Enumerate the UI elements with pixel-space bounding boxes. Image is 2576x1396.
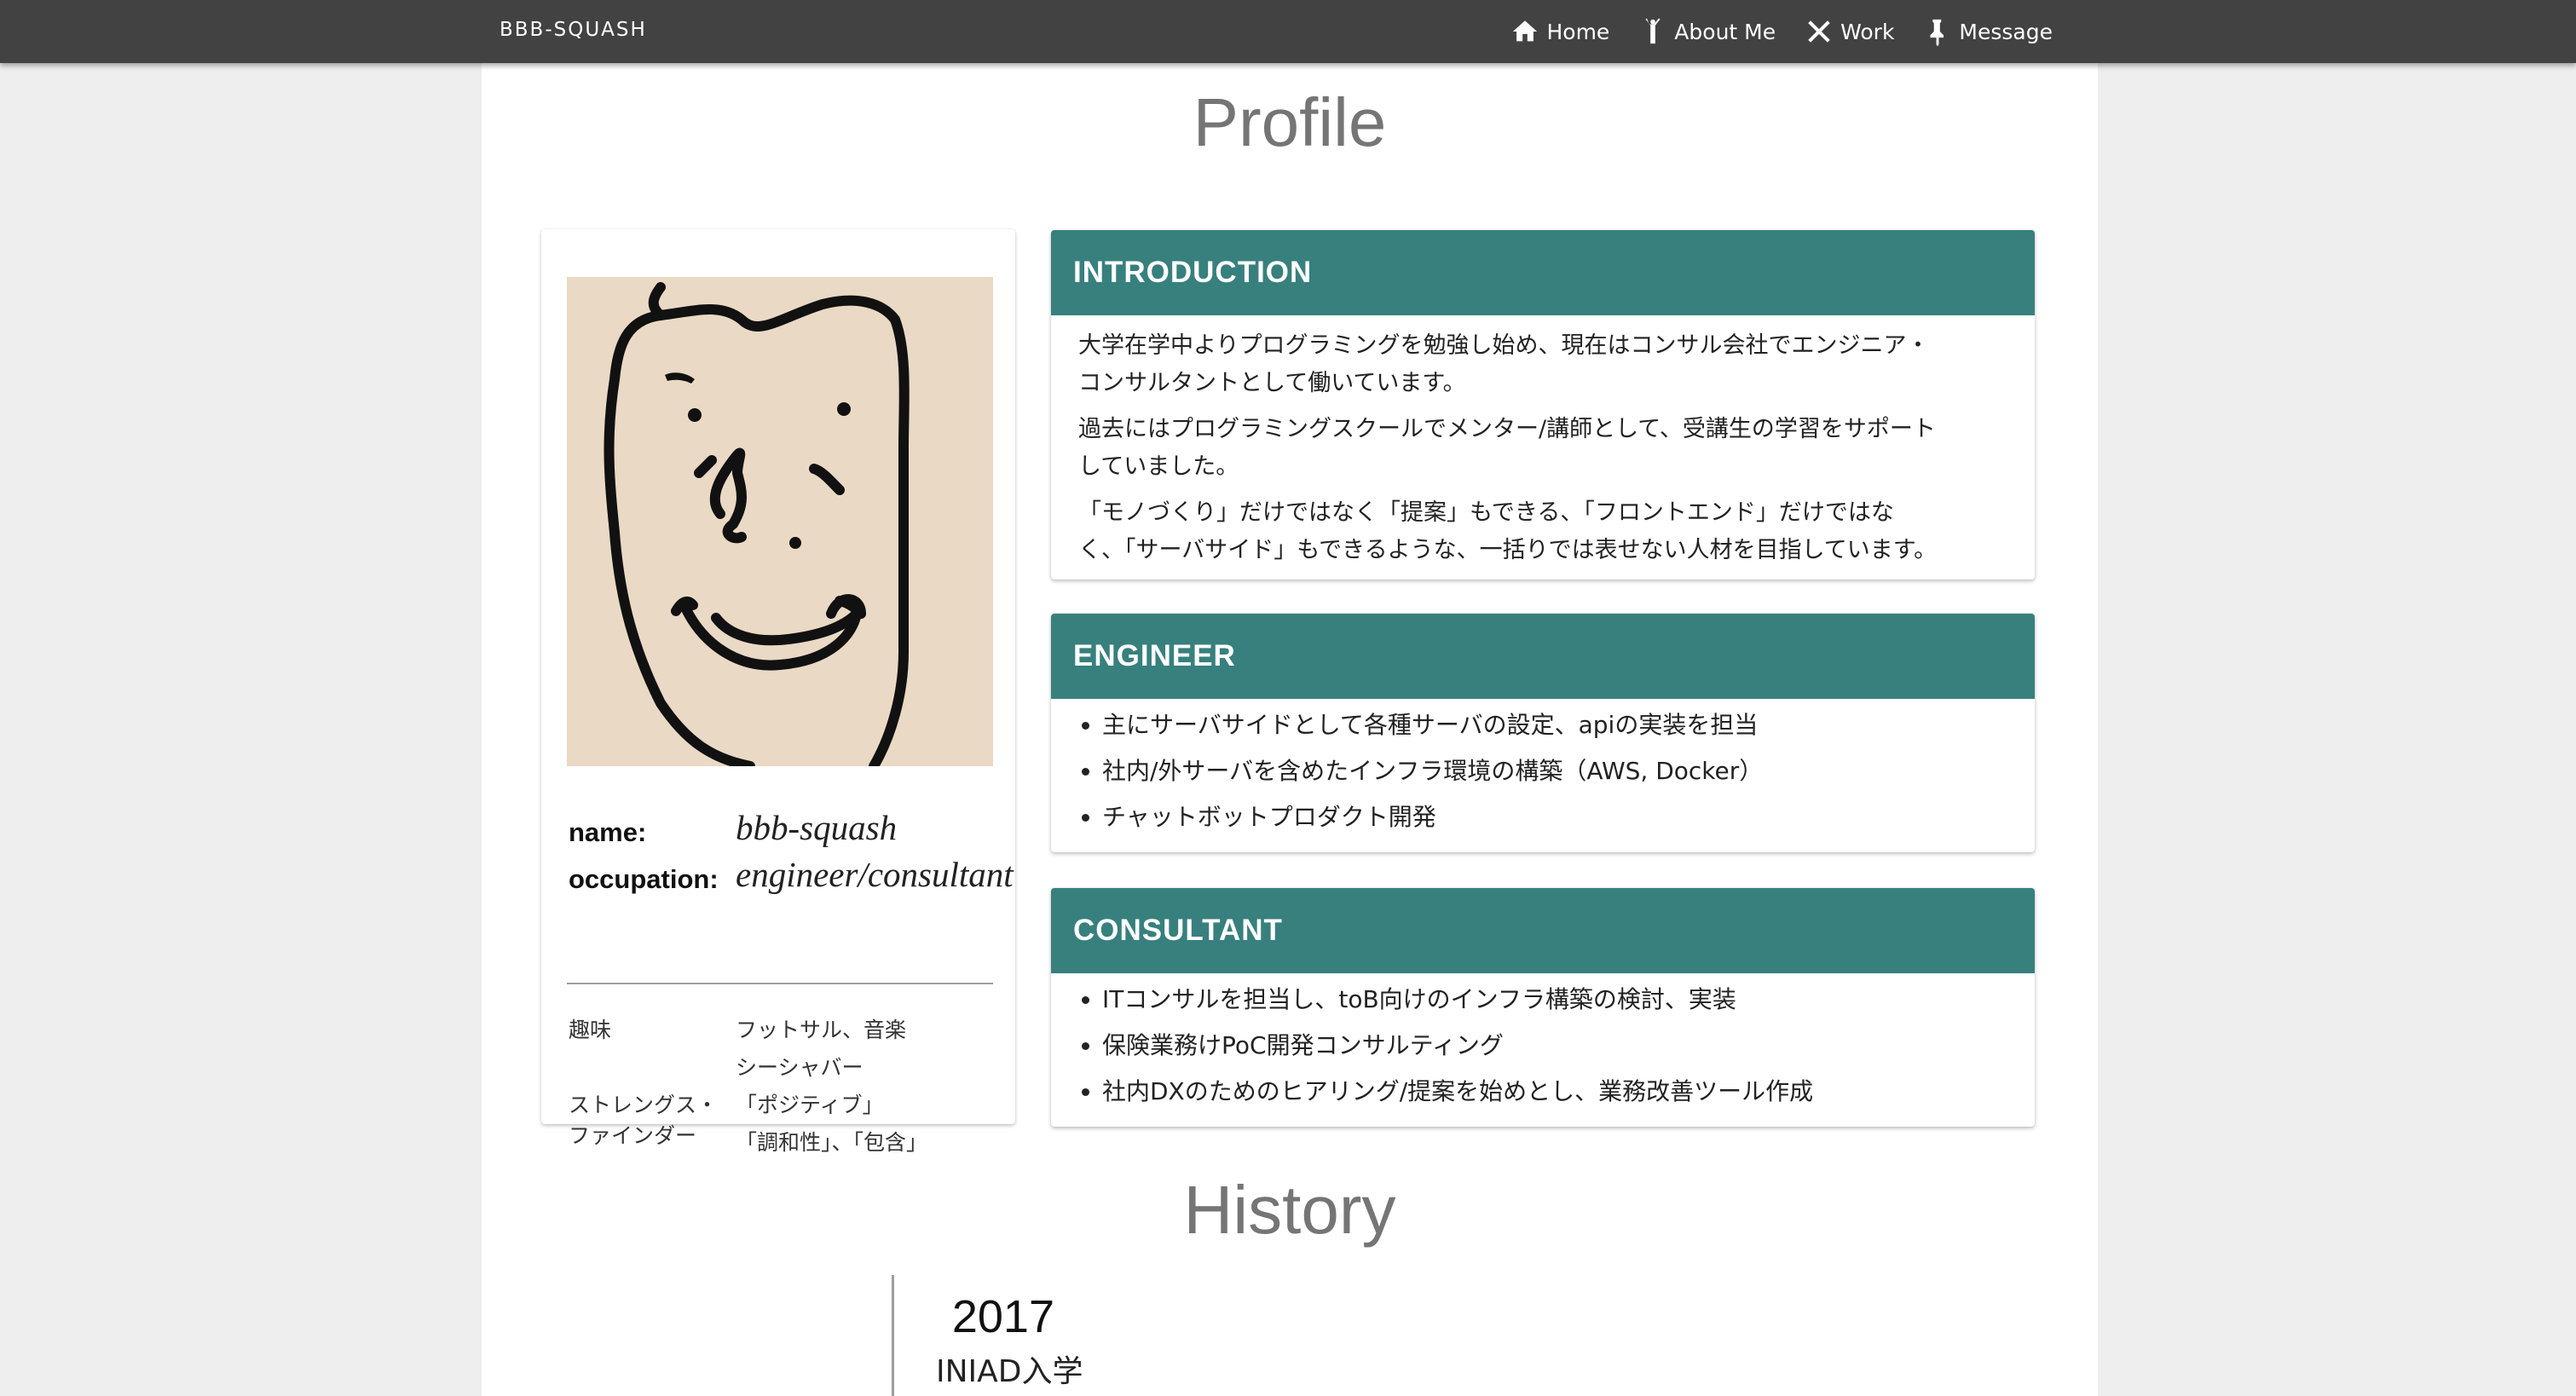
intro-line: コンサルタントとして働いています。 xyxy=(1078,370,1466,396)
name-value: bbb-squash xyxy=(736,808,898,847)
strengths-value-2: 「調和性」、「包含」 xyxy=(736,1130,928,1155)
list-item: 主にサーバサイドとして各種サーバの設定、apiの実装を担当 xyxy=(1102,702,2007,748)
consultant-card: CONSULTANT ITコンサルを担当し、toB向けのインフラ構築の検討、実装… xyxy=(1051,888,2035,1127)
nav-item-message[interactable]: Message xyxy=(1923,17,2053,46)
person-icon xyxy=(1645,18,1661,44)
nav-item-home[interactable]: Home xyxy=(1510,17,1609,46)
intro-paragraph: 大学在学中よりプログラミングを勉強し始め、現在はコンサル会社でエンジニア・ コン… xyxy=(1078,327,2007,402)
engineer-card: ENGINEER 主にサーバサイドとして各種サーバの設定、apiの実装を担当 社… xyxy=(1051,614,2035,852)
list-item: ITコンサルを担当し、toB向けのインフラ構築の検討、実装 xyxy=(1102,977,2007,1023)
timeline-event: INIAD入学 xyxy=(936,1354,1083,1389)
nav-item-about-me[interactable]: About Me xyxy=(1638,17,1776,46)
engineer-card-header: ENGINEER xyxy=(1051,614,2035,699)
intro-line: く、「サーバサイド」もできるような、一括りでは表せない人材を目指しています。 xyxy=(1078,537,1938,563)
profile-section-title: Profile xyxy=(1193,84,1387,160)
introduction-card-header: INTRODUCTION xyxy=(1051,230,2035,315)
engineer-card-body: 主にサーバサイドとして各種サーバの設定、apiの実装を担当 社内/外サーバを含め… xyxy=(1051,699,2035,840)
strengths-value-1: 「ポジティブ」 xyxy=(736,1093,884,1117)
introduction-card-body: 大学在学中よりプログラミングを勉強し始め、現在はコンサル会社でエンジニア・ コン… xyxy=(1051,315,2035,569)
nav-item-label: Message xyxy=(1959,19,2053,44)
nav-item-label: Home xyxy=(1546,19,1610,44)
hobby-label: 趣味 xyxy=(569,1018,612,1042)
brand-logo[interactable]: BBB-SQUASH xyxy=(500,19,647,41)
strengths-label-1: ストレングス・ xyxy=(569,1093,719,1117)
nav-menu: Home About Me Work Message xyxy=(1481,0,2053,63)
avatar xyxy=(567,277,993,771)
top-navbar: BBB-SQUASH Home About Me Work Message xyxy=(0,0,2576,63)
nav-item-label: About Me xyxy=(1674,19,1776,44)
hobby-value: フットサル、音楽 xyxy=(736,1018,907,1042)
intro-line: 過去にはプログラミングスクールでメンター/講師として、受講生の学習をサポート xyxy=(1078,416,1936,442)
hobby-value-2: シーシャバー xyxy=(736,1055,863,1080)
consultant-card-header: CONSULTANT xyxy=(1051,888,2035,973)
main-content: Profile name: bbb-squash occupation: eng… xyxy=(482,63,2098,1396)
profile-card: name: bbb-squash occupation: engineer/co… xyxy=(541,229,1015,1155)
occupation-value: engineer/consultant xyxy=(736,855,1014,894)
list-item: 社内DXのためのヒアリング/提案を始めとし、業務改善ツール作成 xyxy=(1102,1069,2007,1115)
nav-item-work[interactable]: Work xyxy=(1805,17,1894,46)
consultant-card-body: ITコンサルを担当し、toB向けのインフラ構築の検討、実装 保険業務けPoC開発… xyxy=(1051,973,2035,1115)
timeline-year: 2017 xyxy=(951,1291,1054,1342)
name-label: name: xyxy=(569,817,647,847)
intro-line: 大学在学中よりプログラミングを勉強し始め、現在はコンサル会社でエンジニア・ xyxy=(1078,332,1930,359)
home-icon xyxy=(1513,20,1538,42)
intro-paragraph: 「モノづくり」だけではなく「提案」もできる、「フロントエンド」だけではな く、「… xyxy=(1078,494,2007,569)
introduction-card: INTRODUCTION 大学在学中よりプログラミングを勉強し始め、現在はコンサ… xyxy=(1051,230,2035,580)
intro-line: していました。 xyxy=(1078,453,1239,480)
list-item: 保険業務けPoC開発コンサルティング xyxy=(1102,1023,2007,1069)
face-drawing-image xyxy=(604,282,910,771)
nav-item-label: Work xyxy=(1840,19,1895,44)
occupation-label: occupation: xyxy=(569,864,719,894)
list-item: 社内/外サーバを含めたインフラ環境の構築（AWS, Docker） xyxy=(1102,748,2007,794)
intro-line: 「モノづくり」だけではなく「提案」もできる、「フロントエンド」だけではな xyxy=(1078,499,1894,526)
pin-icon xyxy=(1930,19,1944,46)
history-section-title: History xyxy=(1183,1172,1396,1248)
tools-icon xyxy=(1808,20,1830,43)
profile-divider xyxy=(567,983,993,984)
intro-paragraph: 過去にはプログラミングスクールでメンター/講師として、受講生の学習をサポート し… xyxy=(1078,411,2007,486)
list-item: チャットボットプロダクト開発 xyxy=(1102,794,2007,840)
strengths-label-2: ファインダー xyxy=(569,1123,697,1148)
